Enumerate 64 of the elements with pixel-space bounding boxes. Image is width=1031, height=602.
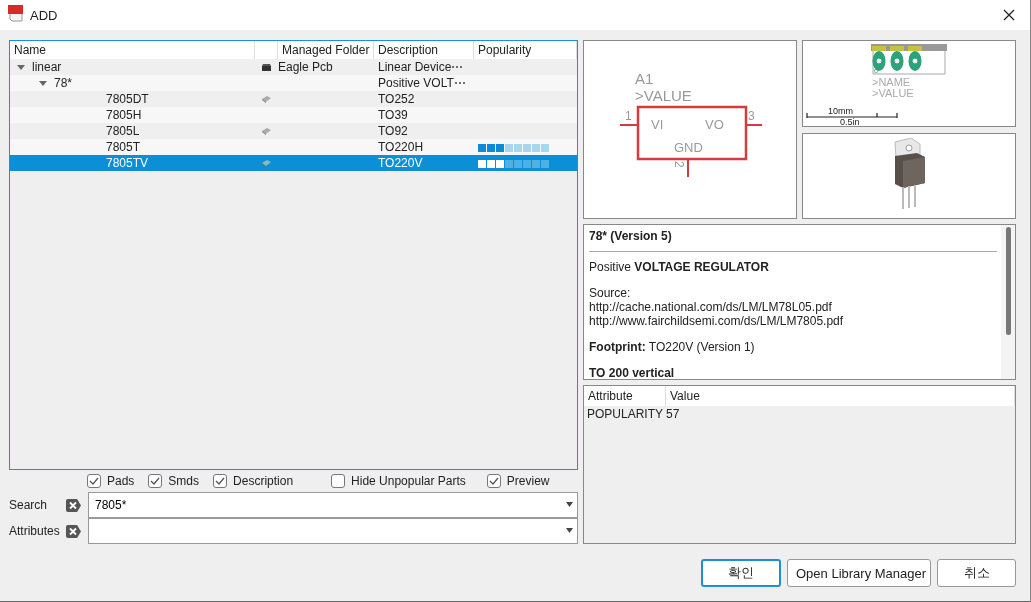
- checkbox-label: Description: [233, 474, 294, 488]
- description-line: http://cache.national.com/ds/LM/LM78L05.pdf: [589, 300, 833, 314]
- chip-icon: [261, 159, 272, 167]
- column-header[interactable]: Attribute: [584, 386, 666, 406]
- tree-row[interactable]: 78* Positive VOLT⋯: [10, 75, 577, 91]
- chip-icon: [261, 95, 272, 103]
- dialog-button[interactable]: Open Library Manager: [787, 559, 931, 587]
- part-description: TO252: [378, 92, 415, 106]
- field-label: Attributes: [9, 524, 61, 538]
- checkbox[interactable]: [486, 474, 501, 488]
- footprint-drawing: >NAME >VALUE 10mm 0.5in: [806, 44, 947, 126]
- description-line: http://www.fairchildsemi.com/ds/LM/LM7805.pdf: [589, 314, 845, 328]
- dialog-button[interactable]: 확인: [701, 559, 781, 587]
- checkbox[interactable]: [213, 474, 228, 488]
- checkbox[interactable]: [331, 474, 346, 488]
- column-header[interactable]: Value: [666, 386, 1015, 406]
- table-cell-text: POPULARITY: [586, 406, 665, 422]
- checkbox-label: Hide Unpopular Parts: [351, 474, 466, 488]
- parts-tree[interactable]: Name Managed Folder Description Popularity linear Eagle Pcb Linear Device⋯ 78* Positive VOLT⋯ 7805DT TO252 7805H TO39 7805L TO92 7805T TO220H 7805TV TO220V: [9, 40, 578, 470]
- checkbox-label: Preview: [506, 474, 550, 488]
- description-heading: 78* (Version 5): [589, 229, 673, 243]
- folder-name: Eagle Pcb: [278, 60, 333, 74]
- part-name: 78*: [54, 75, 73, 91]
- dialog-button[interactable]: 취소: [937, 559, 1016, 587]
- description-text: Footprint: TO220V (Version 1): [589, 340, 756, 354]
- checkbox[interactable]: [87, 474, 101, 488]
- close-icon[interactable]: [1003, 9, 1015, 21]
- part-description: Linear Device⋯: [378, 60, 464, 74]
- description-heading: TO 200 vertical: [589, 366, 676, 379]
- part-name: 7805DT: [106, 91, 149, 107]
- checkbox-label: Pads: [107, 474, 135, 488]
- dropdown-arrow-icon[interactable]: [566, 502, 573, 507]
- drive-icon: [261, 62, 272, 72]
- expand-arrow-icon[interactable]: [17, 63, 25, 71]
- part-name: 7805T: [106, 139, 141, 155]
- part-description: Positive VOLT⋯: [378, 76, 466, 90]
- part-name: 7805L: [106, 123, 140, 139]
- checkbox-label: Smds: [168, 474, 200, 488]
- part-name: 7805H: [106, 107, 142, 123]
- app-icon: [8, 5, 24, 22]
- clear-icon[interactable]: [66, 524, 81, 538]
- part-description: TO220V: [378, 156, 423, 170]
- field-label: Search: [9, 498, 49, 512]
- part-description: TO39: [378, 108, 408, 122]
- tree-row[interactable]: 7805T TO220H: [10, 139, 577, 155]
- tree-row[interactable]: 7805H TO39: [10, 107, 577, 123]
- expand-arrow-icon[interactable]: [39, 79, 47, 87]
- description-line: Source:: [589, 286, 632, 300]
- clear-icon[interactable]: [66, 498, 81, 512]
- part-description: TO220H: [378, 140, 424, 154]
- combo-field[interactable]: 7805*: [88, 492, 578, 518]
- window-title: ADD: [30, 7, 58, 23]
- part-description: TO92: [378, 124, 408, 138]
- tree-row[interactable]: 7805TV TO220V: [10, 155, 577, 171]
- part-name: linear: [32, 59, 62, 75]
- scrollbar-thumb[interactable]: [1005, 227, 1011, 335]
- checkbox[interactable]: [148, 474, 163, 488]
- combo-field[interactable]: [88, 518, 578, 544]
- schematic-symbol-drawing: A1 >VALUE 1 3 2 VI VO GND: [619, 70, 763, 178]
- part-name: 7805TV: [106, 155, 149, 171]
- chip-icon: [261, 127, 272, 135]
- description-text: Positive VOLTAGE REGULATOR: [589, 260, 770, 274]
- dropdown-arrow-icon[interactable]: [566, 528, 573, 533]
- table-cell-text: 57: [666, 406, 681, 422]
